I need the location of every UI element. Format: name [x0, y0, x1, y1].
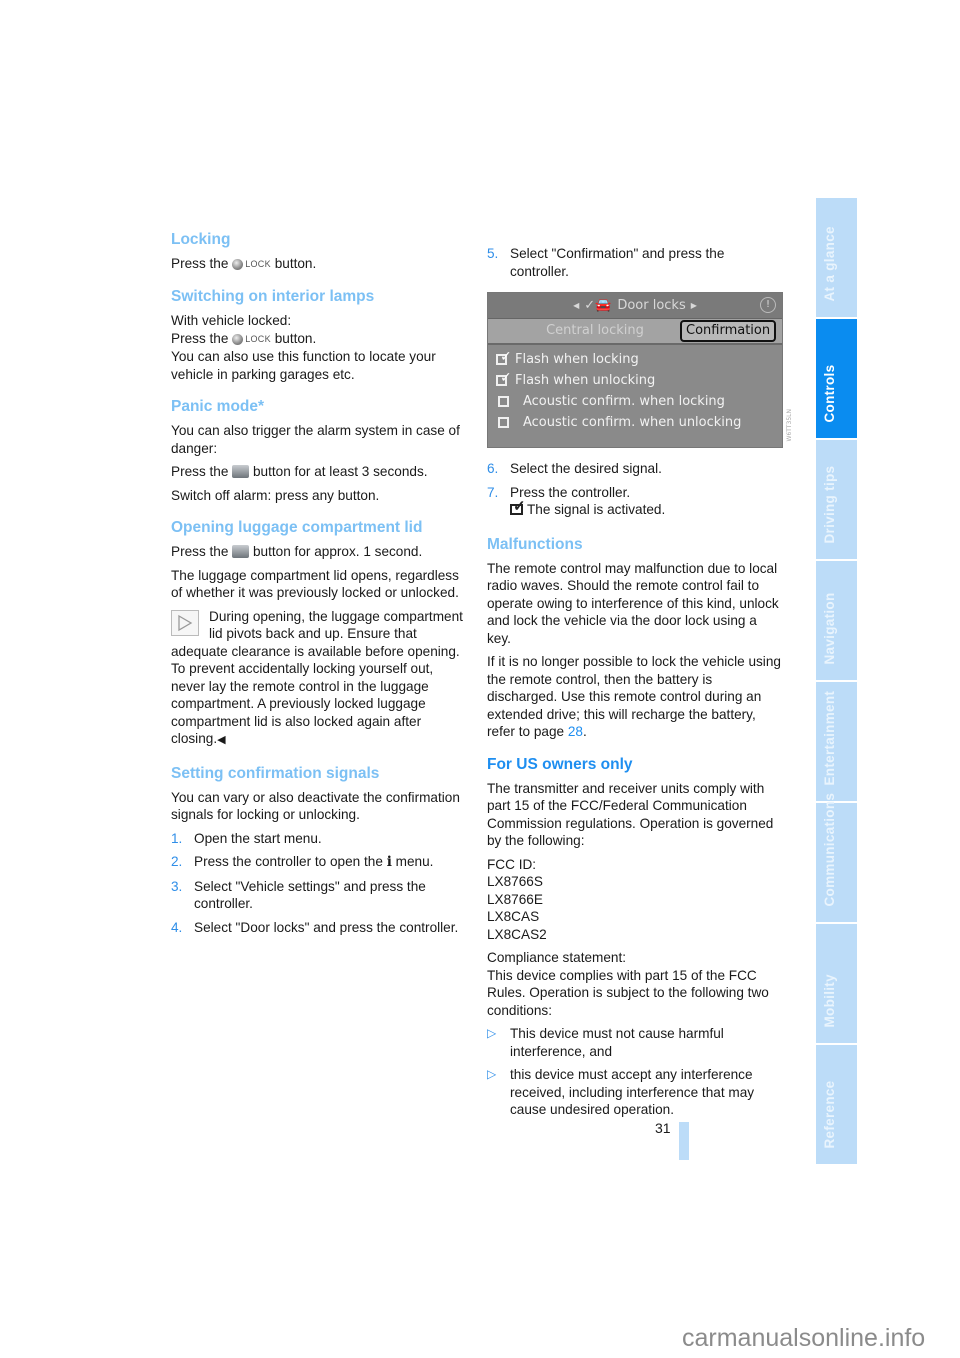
steps-list-final: 6. Select the desired signal. 7. Press the…: [487, 460, 782, 501]
tab-confirmation: Confirmation: [680, 320, 777, 342]
info-i-icon: i: [386, 854, 392, 870]
checkbox-checked-icon: [496, 349, 512, 367]
interior-instruction: Press the LOCK button.: [171, 330, 466, 348]
step-item: 7. Press the controller.: [487, 484, 631, 500]
page-marker-bar: [679, 1122, 689, 1160]
section-confirmation-signals: Setting confirmation signals You can var…: [171, 764, 466, 937]
section-interior-lamps: Switching on interior lamps With vehicle…: [171, 287, 466, 383]
caution-note-rest: adequate clearance is available before o…: [171, 643, 460, 747]
tab-navigation[interactable]: Navigation: [816, 561, 857, 680]
left-column: Locking Press the LOCK button. Switching…: [171, 230, 466, 950]
compliance-statement: Compliance statement: This device compli…: [487, 950, 769, 1018]
tab-mobility[interactable]: Mobility: [816, 924, 857, 1043]
tab-at-a-glance[interactable]: At a glance: [816, 198, 857, 317]
idrive-screen-image: ◀ ✓🚘 Door locks ▶ ! Central locking Conf…: [487, 292, 793, 448]
caution-note: During opening, the luggage compartment …: [171, 608, 466, 750]
screen-options: Flash when locking Flash when unlocking …: [488, 345, 782, 433]
heading-locking: Locking: [171, 231, 231, 248]
tab-reference[interactable]: Reference: [816, 1045, 857, 1164]
conditions-list: ▷ This device must not cause harmful inte…: [487, 1025, 782, 1119]
tab-communications[interactable]: Communications: [816, 793, 857, 922]
step-item: 4. Select "Door locks" and press the cont…: [171, 919, 459, 935]
step-item: 1. Open the start menu.: [171, 830, 322, 846]
condition-item: ▷ This device must not cause harmful inte…: [487, 1026, 724, 1059]
info-icon: !: [760, 297, 776, 313]
checkmark-box-icon: [510, 498, 526, 516]
fcc-ids: FCC ID: LX8766S LX8766E LX8CAS LX8CAS2: [487, 856, 547, 942]
section-locking: Locking Press the LOCK button.: [171, 230, 466, 273]
interior-line1: With vehicle locked:: [171, 313, 292, 329]
screen-tabs: Central locking Confirmation: [488, 319, 782, 345]
chapter-tabs: At a glance Controls Driving tips Naviga…: [816, 198, 857, 1166]
condition-item: ▷ this device must accept any interferenc…: [487, 1067, 755, 1117]
option-row: Flash when locking: [496, 349, 782, 370]
checkbox-unchecked-icon: [498, 417, 509, 428]
lock-button-icon: LOCK: [232, 331, 271, 349]
luggage-p2: The luggage compartment lid opens, regar…: [171, 567, 459, 601]
right-column: 5. Select "Confirmation" and press the co…: [487, 245, 793, 1133]
heading-confirmation-signals: Setting confirmation signals: [171, 764, 380, 782]
section-panic-mode: Panic mode* You can also trigger the ala…: [171, 397, 466, 504]
arrow-right-icon: ▶: [690, 300, 697, 310]
checkbox-checked-icon: [496, 370, 512, 388]
step-item: 3. Select "Vehicle settings" and press th…: [171, 878, 426, 912]
interior-line3: You can also use this function to locate…: [171, 349, 436, 382]
page-number: 31: [655, 1120, 671, 1136]
page-link-28[interactable]: 28: [568, 724, 583, 739]
tab-entertainment[interactable]: Entertainment: [816, 682, 857, 801]
section-us-owners: For US owners only The transmitter and r…: [487, 755, 782, 1119]
bullet-triangle-icon: ▷: [487, 1026, 497, 1040]
option-row: Acoustic confirm. when unlocking: [496, 412, 782, 433]
section-malfunctions: Malfunctions The remote control may malf…: [487, 535, 782, 741]
luggage-instruction: Press the button for approx. 1 second.: [171, 544, 423, 559]
malfunctions-p1: The remote control may malfunction due t…: [487, 560, 779, 646]
trunk-button-icon: [232, 465, 250, 478]
steps-list: 1. Open the start menu. 2. Press the contr…: [171, 830, 466, 937]
tab-driving-tips[interactable]: Driving tips: [816, 440, 857, 559]
panic-instruction: Press the button for at least 3 seconds.: [171, 464, 428, 479]
panic-p1: You can also trigger the alarm system in…: [171, 423, 460, 456]
tab-central-locking: Central locking: [546, 323, 644, 339]
step-item: 5. Select "Confirmation" and press the co…: [487, 246, 725, 279]
us-p1: The transmitter and receiver units compl…: [487, 780, 774, 849]
heading-panic-mode: Panic mode*: [171, 398, 265, 415]
heading-interior-lamps: Switching on interior lamps: [171, 288, 375, 306]
panic-p3: Switch off alarm: press any button.: [171, 487, 380, 503]
checkbox-unchecked-icon: [498, 396, 509, 407]
tab-controls[interactable]: Controls: [816, 319, 857, 438]
caution-triangle-icon: [171, 609, 199, 636]
watermark: carmanualsonline.info: [682, 1324, 926, 1352]
step-item: 2. Press the controller to open the i men…: [171, 854, 434, 870]
lock-button-icon: LOCK: [232, 256, 271, 274]
steps-list-continued: 5. Select "Confirmation" and press the co…: [487, 245, 782, 280]
screen-title: Door locks: [617, 297, 686, 313]
section-luggage: Opening luggage compartment lid Press th…: [171, 518, 466, 750]
heading-luggage: Opening luggage compartment lid: [171, 519, 423, 536]
step-item: 6. Select the desired signal.: [487, 461, 662, 476]
car-check-icon: ✓🚘: [584, 297, 612, 313]
option-row: Acoustic confirm. when locking: [496, 391, 782, 412]
activated-note: The signal is activated.: [487, 498, 782, 519]
confirmation-intro: You can vary or also deactivate the conf…: [171, 789, 460, 823]
trunk-button-icon: [232, 545, 250, 558]
malfunctions-p2: If it is no longer possible to lock the …: [487, 654, 781, 739]
heading-malfunctions: Malfunctions: [487, 535, 583, 553]
caution-note-first: During opening, the luggage compartment …: [209, 608, 463, 642]
heading-us-owners: For US owners only: [487, 755, 633, 773]
arrow-left-icon: ◀: [573, 300, 580, 310]
image-code: W6TT35LN: [785, 408, 793, 441]
option-row: Flash when unlocking: [496, 370, 782, 391]
bullet-triangle-icon: ▷: [487, 1067, 497, 1081]
locking-instruction: Press the LOCK button.: [171, 255, 466, 273]
screen-header: ◀ ✓🚘 Door locks ▶ !: [488, 293, 782, 319]
end-mark-icon: ◀: [217, 734, 226, 746]
